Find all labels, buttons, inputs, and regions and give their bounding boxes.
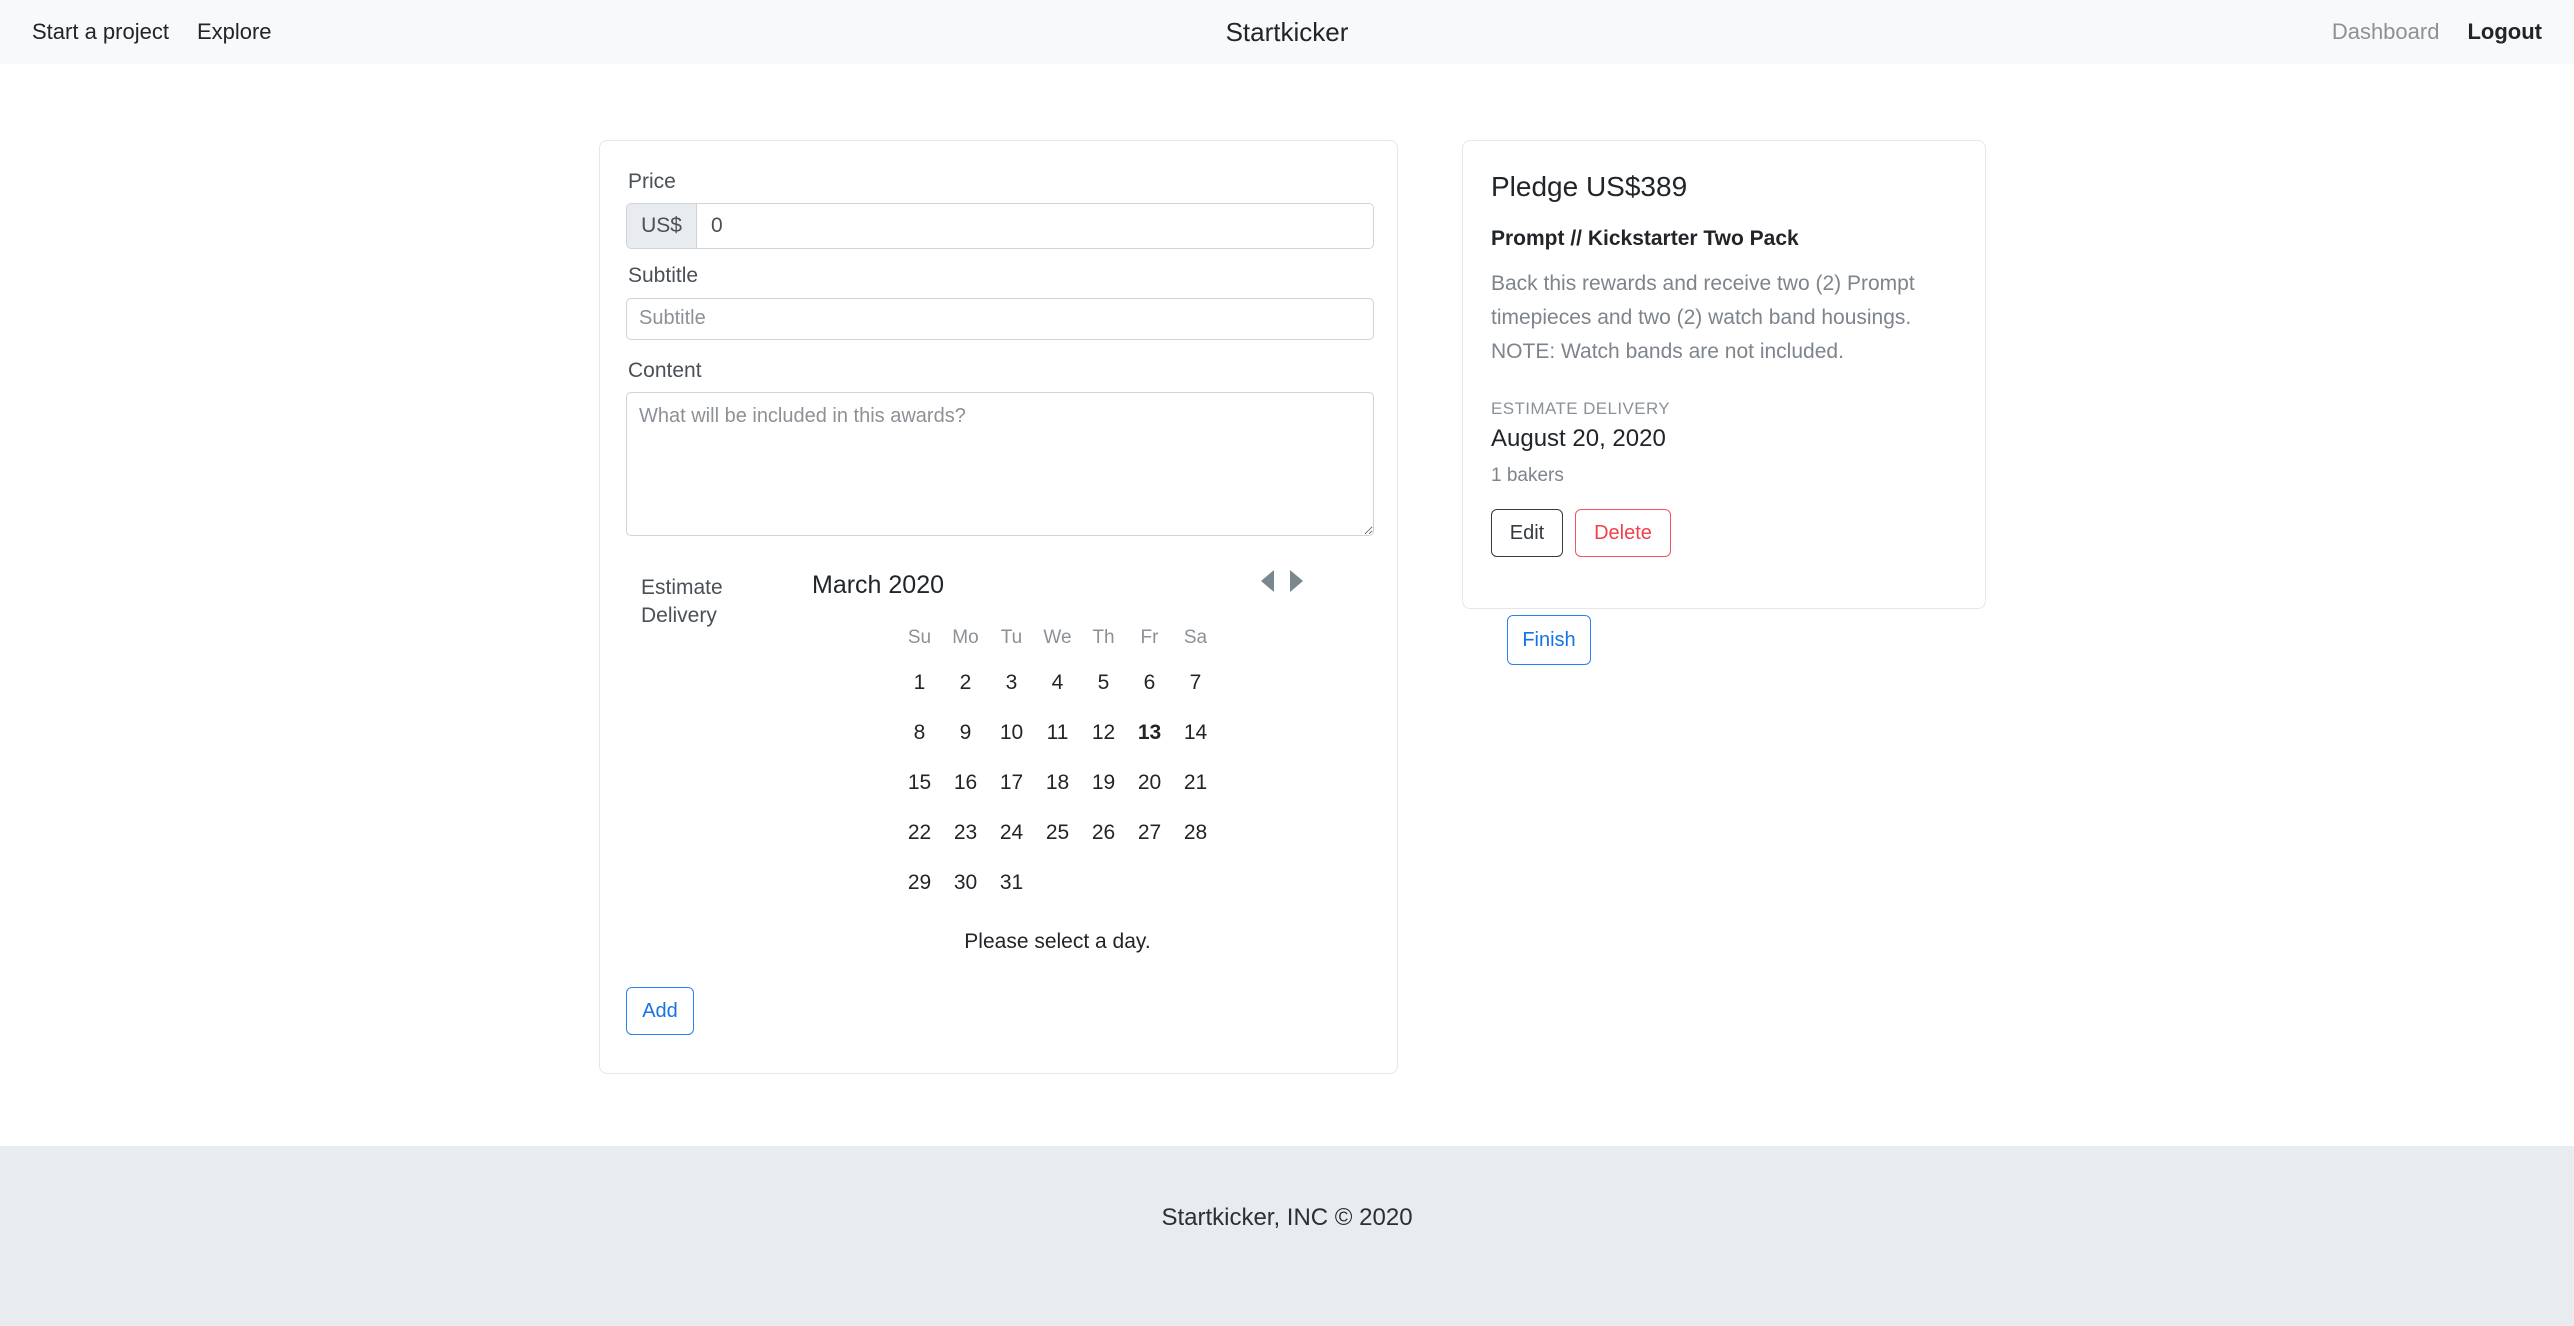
date-picker-day-7: 7 (1189, 670, 1202, 694)
date-picker-day-13[interactable]: 13 (1127, 708, 1173, 758)
date-picker-week-row: 8 9 10 11 12 13 14 (897, 708, 1219, 758)
brand-title: Startkicker (1225, 16, 1349, 47)
weekday-fr: Fr (1140, 626, 1159, 648)
nav-start-a-project[interactable]: Start a project (32, 19, 169, 45)
reward-description: Back this rewards and receive two (2) Pr… (1491, 272, 1915, 364)
reward-form: Price US$ Subtitle Content Estimate Deli… (600, 141, 1397, 954)
date-picker-day-24[interactable]: 24 (989, 808, 1035, 858)
date-picker-day-3: 3 (1005, 670, 1018, 694)
date-picker-day-empty (1035, 858, 1081, 908)
date-picker-day-5: 5 (1097, 670, 1110, 694)
date-picker-day-31[interactable]: 31 (989, 858, 1035, 908)
weekday-we: We (1043, 626, 1072, 648)
content-label: Content (628, 358, 702, 382)
date-picker-day-25[interactable]: 25 (1035, 808, 1081, 858)
date-picker-day-11: 11 (1046, 720, 1069, 744)
estimate-delivery-kicker: ESTIMATE DELIVERY (1491, 399, 1671, 419)
price-input-group: US$ (626, 203, 1374, 250)
pledge-amount-title: Pledge US$389 (1491, 171, 1688, 202)
date-picker-day-2: 2 (959, 670, 972, 694)
footer-copyright: Startkicker, INC © 2020 (1161, 1204, 1413, 1231)
price-input[interactable] (696, 203, 1374, 250)
date-picker-day-10: 10 (999, 720, 1024, 744)
date-picker-day-12: 12 (1091, 720, 1116, 744)
edit-button[interactable]: Edit (1491, 509, 1563, 558)
date-picker-day-4: 4 (1051, 670, 1064, 694)
page-body: Price US$ Subtitle Content Estimate Deli… (0, 64, 2574, 1146)
date-picker-day-27[interactable]: 27 (1127, 808, 1173, 858)
weekday-header-row: Su Mo Tu We Th Fr Sa (897, 618, 1219, 658)
date-picker-day-empty (1173, 858, 1219, 908)
nav-dashboard[interactable]: Dashboard (2332, 19, 2440, 45)
date-picker-week-row: 15 16 17 18 19 20 21 (897, 758, 1219, 808)
reward-actions: Edit Delete (1491, 509, 1957, 558)
backers-count: 1 bakers (1491, 465, 1564, 487)
date-picker-nav (1261, 569, 1303, 592)
subtitle-input[interactable] (626, 297, 1374, 340)
date-picker-day-30[interactable]: 30 (943, 858, 989, 908)
date-picker-day-15[interactable]: 15 (897, 758, 943, 808)
date-picker-grid: Su Mo Tu We Th Fr Sa 1 2 3 4 5 6 7 8 9 10 11 12 13 14… (897, 618, 1219, 908)
date-picker-caption: March 2020 (812, 571, 945, 600)
date-picker-day-1: 1 (913, 670, 926, 694)
date-picker-day-22[interactable]: 22 (897, 808, 943, 858)
estimate-delivery-date: August 20, 2020 (1491, 425, 1666, 453)
date-picker-day-empty (1127, 858, 1173, 908)
chevron-left-icon[interactable] (1261, 569, 1274, 592)
date-picker-day-16[interactable]: 16 (943, 758, 989, 808)
date-picker-footer: Please select a day. (964, 929, 1151, 953)
chevron-right-icon[interactable] (1290, 569, 1303, 592)
nav-logout[interactable]: Logout (2467, 19, 2542, 45)
navbar-right-links: Dashboard Logout (2332, 19, 2542, 45)
reward-form-card: Price US$ Subtitle Content Estimate Deli… (599, 140, 1398, 1074)
date-picker-week-row: 1 2 3 4 5 6 7 (897, 658, 1219, 708)
finish-button[interactable]: Finish (1507, 615, 1591, 665)
date-picker-day-21[interactable]: 21 (1173, 758, 1219, 808)
nav-explore[interactable]: Explore (197, 19, 272, 45)
date-picker-header: March 2020 (744, 566, 1371, 606)
estimate-delivery-row: Estimate Delivery March 2020 Su Mo Tu We… (626, 566, 1371, 954)
price-label: Price (628, 170, 676, 193)
page-footer: Startkicker, INC © 2020 (0, 1146, 2574, 1326)
top-navbar: Start a project Explore Startkicker Dash… (0, 0, 2574, 64)
weekday-th: Th (1092, 626, 1115, 648)
date-picker-day-8: 8 (913, 720, 926, 744)
navbar-left-links: Start a project Explore (32, 19, 272, 45)
date-picker-day-6: 6 (1143, 670, 1156, 694)
currency-prefix: US$ (626, 203, 696, 250)
date-picker-day-29[interactable]: 29 (897, 858, 943, 908)
weekday-tu: Tu (1000, 626, 1023, 648)
weekday-sa: Sa (1183, 626, 1208, 648)
date-picker-day-14[interactable]: 14 (1173, 708, 1219, 758)
weekday-mo: Mo (952, 626, 979, 648)
date-picker-body: 1 2 3 4 5 6 7 8 9 10 11 12 13 14 15 16 17 18 19 20 21 22 23 24 2… (897, 658, 1219, 908)
reward-preview-card: Pledge US$389 Prompt // Kickstarter Two … (1462, 140, 1986, 609)
estimate-delivery-label: Estimate Delivery (641, 575, 723, 628)
date-picker: March 2020 Su Mo Tu We Th Fr Sa 1 2 3 4 … (744, 566, 1371, 954)
subtitle-label: Subtitle (628, 264, 699, 288)
date-picker-day-empty (1081, 858, 1127, 908)
date-picker-day-26[interactable]: 26 (1081, 808, 1127, 858)
date-picker-day-23[interactable]: 23 (943, 808, 989, 858)
add-button[interactable]: Add (626, 987, 694, 1035)
content-textarea[interactable] (626, 391, 1374, 536)
date-picker-day-19[interactable]: 19 (1081, 758, 1127, 808)
delete-button[interactable]: Delete (1575, 509, 1671, 558)
date-picker-week-row: 22 23 24 25 26 27 28 (897, 808, 1219, 858)
weekday-su: Su (907, 626, 932, 648)
date-picker-day-18[interactable]: 18 (1035, 758, 1081, 808)
reward-name: Prompt // Kickstarter Two Pack (1491, 227, 1799, 250)
date-picker-day-20[interactable]: 20 (1127, 758, 1173, 808)
date-picker-day-9: 9 (959, 720, 972, 744)
date-picker-week-row: 29 30 31 (897, 858, 1219, 908)
date-picker-day-17[interactable]: 17 (989, 758, 1035, 808)
date-picker-day-28[interactable]: 28 (1173, 808, 1219, 858)
